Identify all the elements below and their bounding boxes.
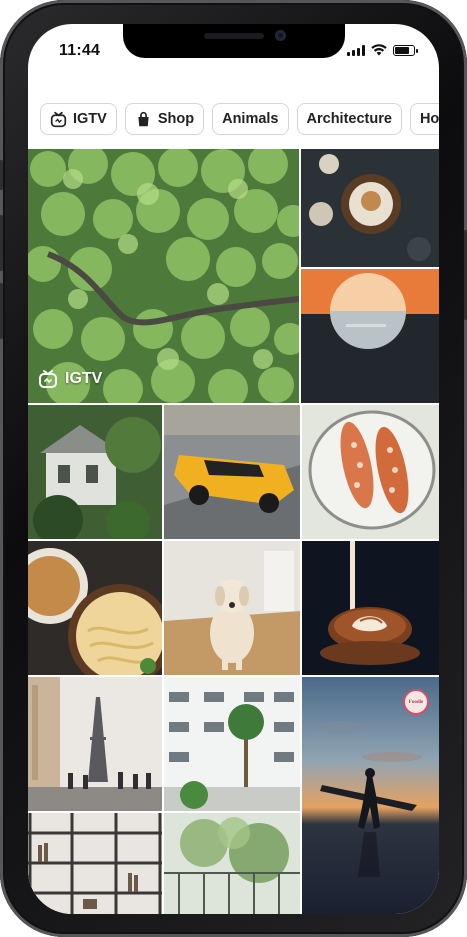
shopping-bag-icon xyxy=(138,111,149,126)
chip-architecture[interactable]: Architecture xyxy=(296,103,402,135)
eiffel-image xyxy=(28,677,162,811)
cellular-signal-icon xyxy=(347,44,365,56)
tile-grilled-corn-plate[interactable] xyxy=(302,405,439,539)
car-image xyxy=(164,405,300,539)
building-image xyxy=(164,677,300,811)
wifi-icon xyxy=(371,44,387,56)
tile-food-bowl-overhead[interactable] xyxy=(301,149,439,267)
front-camera xyxy=(275,30,286,41)
chip-igtv[interactable]: IGTV xyxy=(40,103,117,135)
sunset-image xyxy=(301,269,439,403)
tile-surfer-sunset-beach[interactable]: Foodie xyxy=(302,677,439,914)
chip-label: IGTV xyxy=(73,111,107,127)
status-icons xyxy=(347,44,418,56)
forest-image xyxy=(28,149,299,403)
tile-house-garden[interactable] xyxy=(28,405,162,539)
tile-eiffel-tower-street[interactable] xyxy=(28,677,162,811)
igtv-icon xyxy=(39,370,57,388)
phone-frame: 11:44 IGTV Shop Animals Architecture Ho … xyxy=(0,0,467,937)
house-image xyxy=(28,405,162,539)
notch xyxy=(123,24,345,58)
plants-image xyxy=(164,813,300,914)
tile-bookshelf-room[interactable] xyxy=(28,813,162,914)
tile-yellow-muscle-car[interactable] xyxy=(164,405,300,539)
battery-icon xyxy=(393,44,418,56)
chip-shop[interactable]: Shop xyxy=(124,103,205,135)
chip-label: Shop xyxy=(157,111,195,127)
latte-image xyxy=(302,541,439,675)
tile-sunset-sea-circle[interactable] xyxy=(301,269,439,403)
story-avatar-text: Foodie xyxy=(408,699,424,705)
tile-balcony-plants[interactable] xyxy=(164,813,300,914)
volume-down-button xyxy=(0,283,3,339)
tile-forest-aerial-video[interactable]: IGTV xyxy=(28,149,299,403)
igtv-icon xyxy=(50,111,67,127)
screen: 11:44 IGTV Shop Animals Architecture Ho … xyxy=(28,24,439,914)
speaker-grille xyxy=(204,33,264,39)
igtv-badge: IGTV xyxy=(38,369,102,389)
dog-image xyxy=(164,541,300,675)
bookshelf-image xyxy=(28,813,162,914)
chip-label: Animals xyxy=(222,111,279,127)
tile-labrador-dog[interactable] xyxy=(164,541,300,675)
chip-label: Architecture xyxy=(306,111,392,127)
tile-white-building-palms[interactable] xyxy=(164,677,300,811)
topic-chips: IGTV Shop Animals Architecture Home xyxy=(40,103,439,137)
chip-label: Home xyxy=(419,111,439,127)
volume-up-button xyxy=(0,215,3,271)
noodles-image xyxy=(28,541,162,675)
chip-home[interactable]: Home xyxy=(409,103,439,135)
corn-image xyxy=(302,405,439,539)
food-image xyxy=(301,149,439,267)
chip-animals[interactable]: Animals xyxy=(212,103,289,135)
igtv-badge-label: IGTV xyxy=(65,370,103,387)
tile-latte-art-pour[interactable] xyxy=(302,541,439,675)
explore-grid: IGTV Foodie xyxy=(28,149,439,914)
tile-noodle-soup-bowls[interactable] xyxy=(28,541,162,675)
story-avatar[interactable]: Foodie xyxy=(403,689,429,715)
status-time: 11:44 xyxy=(59,42,101,59)
mute-switch xyxy=(0,160,3,190)
